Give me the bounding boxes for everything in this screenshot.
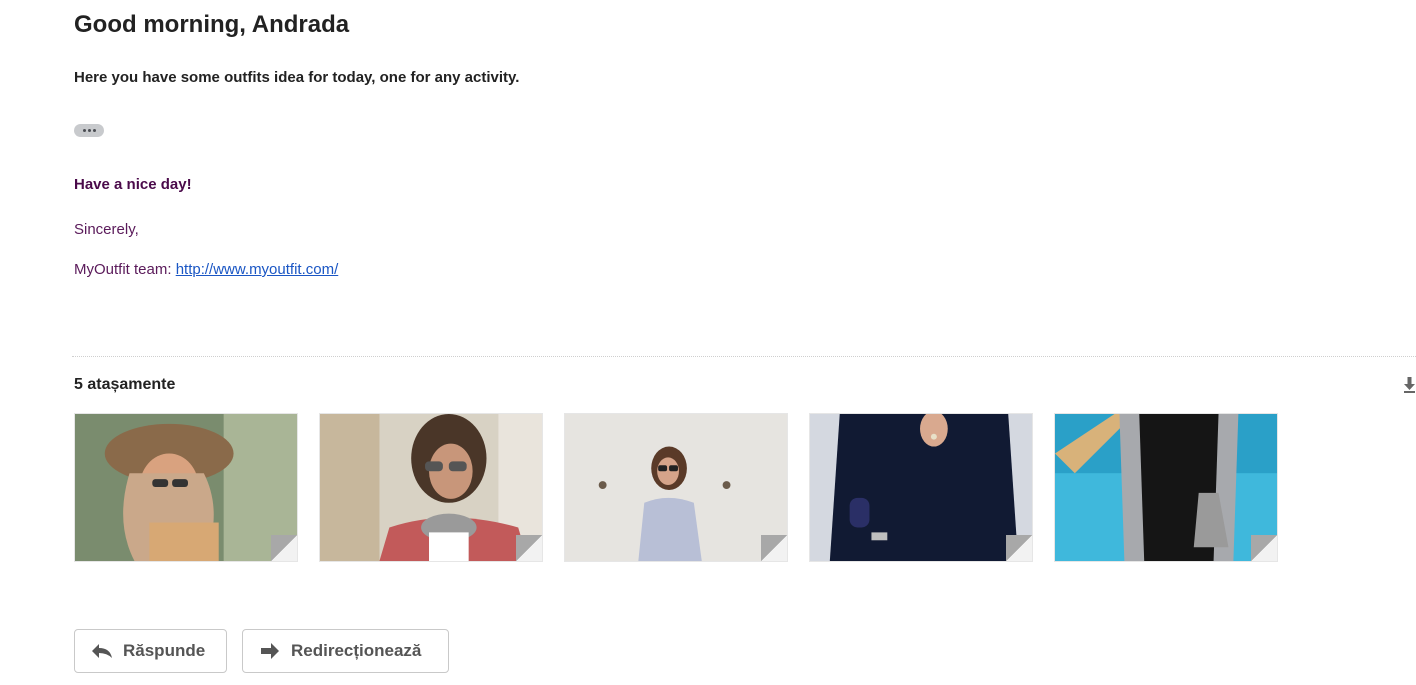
attachment-thumbnail[interactable] xyxy=(564,413,788,562)
reply-button[interactable]: Răspunde xyxy=(74,629,227,673)
website-link[interactable]: http://www.myoutfit.com/ xyxy=(176,261,339,278)
reply-label: Răspunde xyxy=(123,641,206,660)
attachment-thumbnail[interactable] xyxy=(809,413,1033,562)
email-intro: Here you have some outfits idea for toda… xyxy=(74,69,520,86)
attachment-thumbnail[interactable] xyxy=(319,413,543,562)
page-fold-icon xyxy=(516,535,542,561)
forward-icon xyxy=(261,643,279,659)
attachments-list xyxy=(74,413,1278,562)
attachments-divider xyxy=(72,356,1416,357)
email-nice-day: Have a nice day! xyxy=(74,176,192,193)
forward-button[interactable]: Redirecționează xyxy=(242,629,449,673)
attachments-count: 5 atașamente xyxy=(74,376,176,393)
ellipsis-dot xyxy=(92,129,96,132)
download-all-icon[interactable] xyxy=(1403,375,1416,395)
image-thumbnail-icon xyxy=(810,414,1032,561)
page-fold-icon xyxy=(1251,535,1277,561)
email-signature: MyOutfit team: http://www.myoutfit.com/ xyxy=(74,261,338,278)
email-sincerely: Sincerely, xyxy=(74,221,139,238)
email-actions: Răspunde Redirecționează xyxy=(74,629,449,673)
email-greeting: Good morning, Andrada xyxy=(74,11,350,38)
ellipsis-dot xyxy=(87,129,91,132)
reply-icon xyxy=(92,644,112,658)
show-trimmed-content-button[interactable] xyxy=(74,124,104,137)
ellipsis-dot xyxy=(82,129,86,132)
page-fold-icon xyxy=(761,535,787,561)
signature-label: MyOutfit team: xyxy=(74,261,176,278)
page-fold-icon xyxy=(271,535,297,561)
attachment-thumbnail[interactable] xyxy=(74,413,298,562)
attachment-thumbnail[interactable] xyxy=(1054,413,1278,562)
image-thumbnail-icon xyxy=(75,414,297,561)
image-thumbnail-icon xyxy=(565,414,787,561)
image-thumbnail-icon xyxy=(1055,414,1277,561)
image-thumbnail-icon xyxy=(320,414,542,561)
page-fold-icon xyxy=(1006,535,1032,561)
forward-label: Redirecționează xyxy=(291,641,422,660)
